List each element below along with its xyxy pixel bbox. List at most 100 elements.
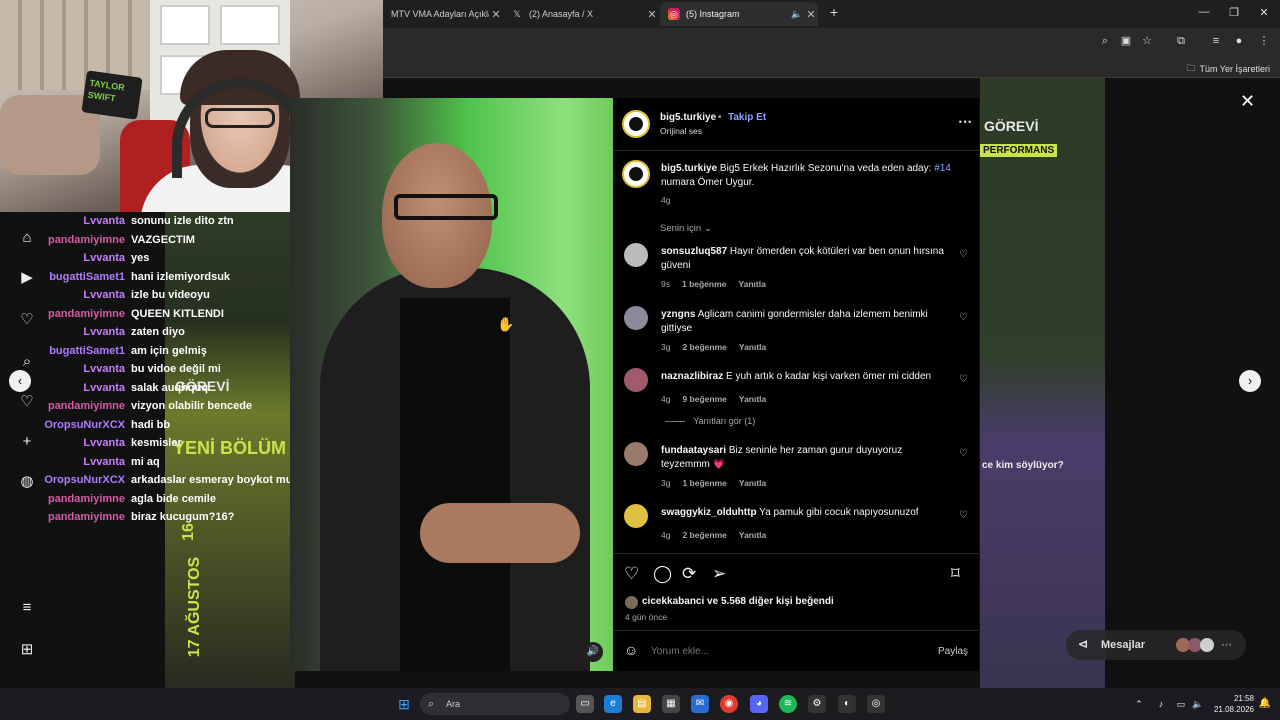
chat-username[interactable]: OropsuNurXCX — [44, 471, 125, 489]
chat-username[interactable]: pandamiyimne — [48, 490, 125, 508]
caption-avatar[interactable] — [622, 160, 650, 188]
obs-icon[interactable]: ◐ — [838, 695, 856, 713]
chat-username[interactable]: Lvvanta — [83, 379, 125, 397]
discord-icon[interactable]: ◕ — [750, 695, 768, 713]
more-menu-icon[interactable]: ≡ — [17, 598, 37, 618]
taskbar-clock[interactable]: 21:58 21.08.2026 — [1210, 693, 1254, 715]
comment-like-icon[interactable]: ♡ — [959, 448, 968, 459]
comment-reply[interactable]: Yanıtla — [739, 394, 766, 404]
tray-chevron-icon[interactable]: ⌃ — [1130, 695, 1148, 713]
chat-username[interactable]: Lvvanta — [83, 286, 125, 304]
tab-x[interactable]: 𝕏 (2) Anasayfa / X ✕ — [503, 2, 659, 26]
settings-icon[interactable]: ⚙ — [808, 695, 826, 713]
microphone-icon[interactable]: ♪ — [1152, 695, 1170, 713]
notification-bell-icon[interactable]: 🔔 — [1256, 695, 1274, 713]
comment-avatar[interactable] — [624, 368, 648, 392]
audio-label[interactable]: Orijinal ses — [660, 126, 702, 136]
like-icon[interactable]: ♡ — [624, 564, 639, 584]
chat-username[interactable]: pandamiyimne — [48, 231, 125, 249]
comment-like-icon[interactable]: ♡ — [959, 510, 968, 521]
volume-tray-icon[interactable]: 🔈 — [1189, 695, 1207, 713]
spotify-icon[interactable]: ≋ — [779, 695, 797, 713]
comment-avatar[interactable] — [624, 442, 648, 466]
tab-mtv[interactable]: MTV VMA Adayları Açıkla ✕ — [383, 2, 503, 26]
liker-name[interactable]: cicekkabanci — [642, 596, 704, 607]
emoji-icon[interactable]: ☺ — [624, 643, 638, 657]
account-name[interactable]: big5.turkiye — [660, 111, 716, 125]
comment-user[interactable]: sonsuzluq587 — [661, 246, 727, 257]
media-icon[interactable]: ≡ — [1208, 33, 1224, 49]
menu-icon[interactable]: ⋮ — [1256, 33, 1272, 49]
share-icon[interactable]: ➢ — [712, 564, 726, 584]
task-view-icon[interactable]: ▭ — [576, 695, 594, 713]
previous-post-button[interactable]: ‹ — [9, 370, 31, 392]
comment-reply[interactable]: Yanıtla — [739, 478, 766, 488]
comment-likes[interactable]: 1 beğenme — [682, 478, 726, 488]
store-icon[interactable]: ▦ — [662, 695, 680, 713]
comment-input[interactable] — [651, 643, 901, 659]
close-window-icon[interactable]: ✕ — [1254, 6, 1274, 19]
comment-like-icon[interactable]: ♡ — [959, 249, 968, 260]
comment-likes[interactable]: 2 beğenme — [682, 342, 726, 352]
edge-icon[interactable]: e — [604, 695, 622, 713]
comment-avatar[interactable] — [624, 306, 648, 330]
minimize-icon[interactable]: — — [1194, 6, 1214, 18]
chat-username[interactable]: pandamiyimne — [48, 508, 125, 526]
caption-hashtag[interactable]: #14 — [934, 163, 951, 174]
comment-avatar[interactable] — [624, 243, 648, 267]
close-icon[interactable]: ✕ — [804, 8, 818, 21]
close-modal-icon[interactable]: ✕ — [1240, 91, 1255, 112]
messages-button[interactable]: ⊲ Mesajlar ⋯ — [1066, 630, 1246, 660]
outlook-icon[interactable]: ✉ — [691, 695, 709, 713]
comment-user[interactable]: naznazlibiraz — [661, 371, 723, 382]
taskbar-search[interactable]: ⌕ Ara — [420, 693, 570, 715]
follow-button[interactable]: Takip Et — [728, 111, 766, 125]
comment-user[interactable]: swaggykiz_olduhttp — [661, 507, 757, 518]
next-post-button[interactable]: › — [1239, 370, 1261, 392]
chat-username[interactable]: pandamiyimne — [48, 397, 125, 415]
tab-instagram[interactable]: ◎ (5) Instagram 🔈 ✕ — [660, 2, 818, 26]
maximize-icon[interactable]: ❐ — [1224, 6, 1244, 19]
account-avatar[interactable] — [622, 110, 650, 138]
chrome-icon[interactable]: ◉ — [720, 695, 738, 713]
chat-username[interactable]: Lvvanta — [83, 360, 125, 378]
comment-reply[interactable]: Yanıtla — [739, 342, 766, 352]
extensions-icon[interactable]: ⧉ — [1173, 33, 1189, 49]
apps-icon[interactable]: ⊞ — [17, 640, 37, 660]
likes-summary[interactable]: cicekkabanci ve 5.568 diğer kişi beğendi — [642, 595, 834, 609]
comment-user[interactable]: fundaataysari — [661, 445, 726, 456]
view-replies-button[interactable]: Yanıtları gör (1) — [665, 416, 755, 426]
chat-username[interactable]: Lvvanta — [83, 212, 125, 230]
chat-username[interactable]: Lvvanta — [83, 323, 125, 341]
profile-icon[interactable]: ● — [1231, 33, 1247, 49]
comment-icon[interactable]: ◯ — [653, 564, 672, 584]
comment-likes[interactable]: 2 beğenme — [682, 530, 726, 540]
close-icon[interactable]: ✕ — [645, 8, 659, 21]
comment-reply[interactable]: Yanıtla — [739, 530, 766, 540]
app-icon[interactable]: ◎ — [867, 695, 885, 713]
bookmark-star-icon[interactable]: ☆ — [1139, 33, 1155, 49]
chat-username[interactable]: pandamiyimne — [48, 305, 125, 323]
repost-icon[interactable]: ⟳ — [682, 564, 696, 584]
all-bookmarks-button[interactable]: 🗀 Tüm Yer İşaretleri — [1186, 61, 1270, 77]
comment-user[interactable]: yzngns — [661, 309, 695, 320]
new-tab-icon[interactable]: + — [824, 4, 844, 20]
volume-icon[interactable]: 🔊 — [583, 642, 603, 662]
comment-filter-dropdown[interactable]: Senin için ⌄ — [660, 223, 712, 234]
chat-username[interactable]: bugattiSamet1 — [49, 268, 125, 286]
chat-username[interactable]: Lvvanta — [83, 249, 125, 267]
reel-video[interactable] — [290, 98, 613, 671]
comment-reply[interactable]: Yanıtla — [738, 279, 765, 289]
caption-user[interactable]: big5.turkiye — [661, 163, 717, 174]
comment-likes[interactable]: 9 beğenme — [682, 394, 726, 404]
comment-like-icon[interactable]: ♡ — [959, 312, 968, 323]
comment-avatar[interactable] — [624, 504, 648, 528]
chat-username[interactable]: bugattiSamet1 — [49, 342, 125, 360]
cast-icon[interactable]: ▣ — [1118, 33, 1134, 49]
more-options-icon[interactable]: ⋯ — [958, 114, 972, 128]
chat-username[interactable]: OropsuNurXCX — [44, 416, 125, 434]
comment-like-icon[interactable]: ♡ — [959, 374, 968, 385]
file-explorer-icon[interactable]: ▤ — [633, 695, 651, 713]
chat-username[interactable]: Lvvanta — [83, 434, 125, 452]
share-comment-button[interactable]: Paylaş — [938, 645, 968, 659]
